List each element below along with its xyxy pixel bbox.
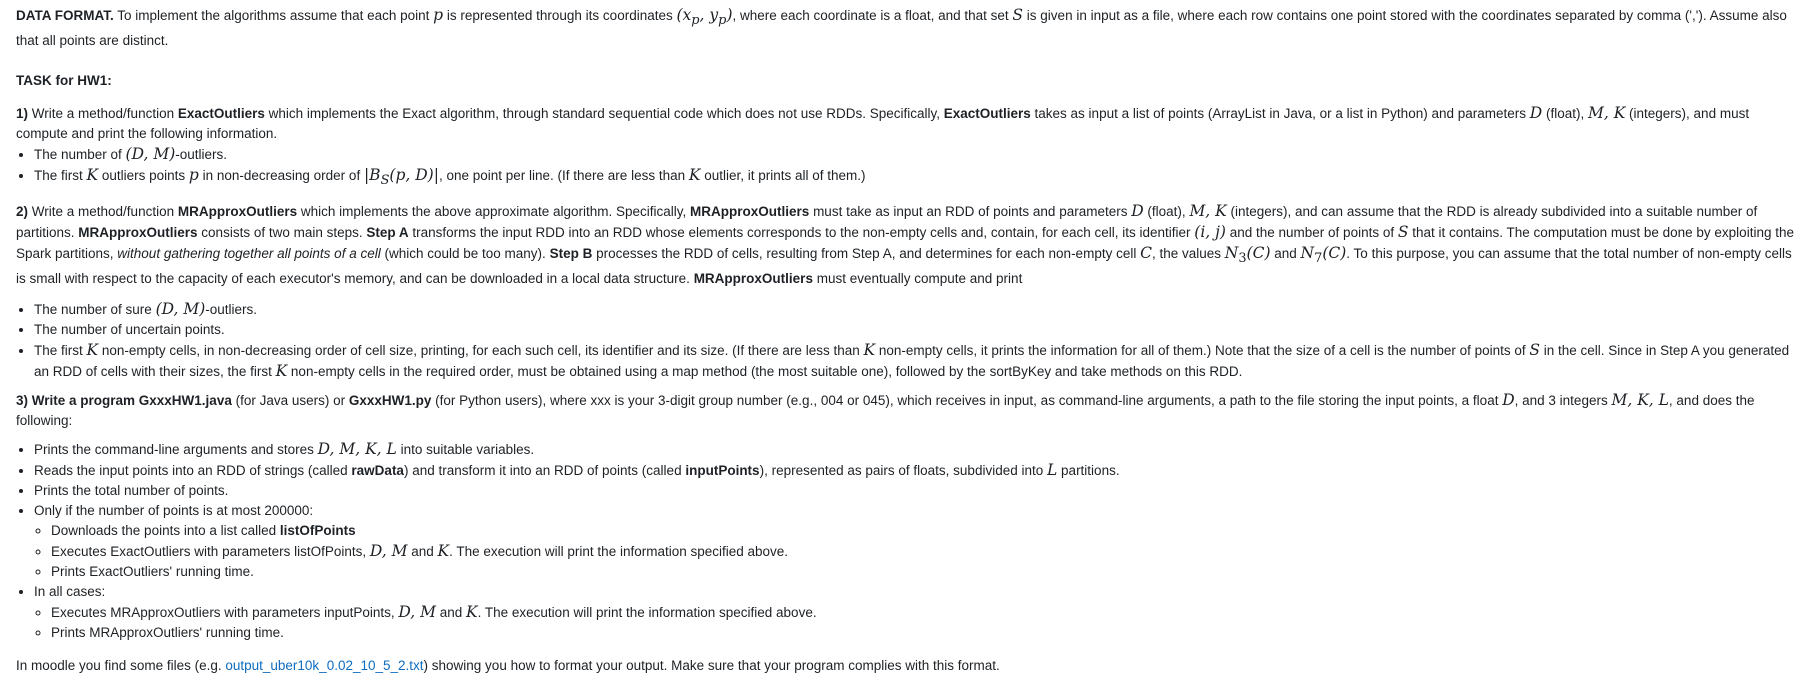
list-item: The number of uncertain points. xyxy=(34,320,1794,340)
section-3-paragraph: 3) Write a program GxxxHW1.java (for Jav… xyxy=(16,391,1755,429)
list-item: Reads the input points into an RDD of st… xyxy=(34,460,1794,481)
list-item: The first K outliers points p in non-dec… xyxy=(34,165,1794,191)
list-item: Prints the command-line arguments and st… xyxy=(34,439,1794,460)
nested-list: Executes MRApproxOutliers with parameter… xyxy=(34,602,1794,643)
data-format-label: DATA FORMAT. xyxy=(16,8,114,23)
list-item: The first K non-empty cells, in non-decr… xyxy=(34,340,1794,382)
list-item: In all cases: Executes MRApproxOutliers … xyxy=(34,582,1794,643)
list-item: Executes MRApproxOutliers with parameter… xyxy=(51,602,1794,623)
list-item: Prints the total number of points. xyxy=(34,481,1794,501)
list-item: Executes ExactOutliers with parameters l… xyxy=(51,541,1794,562)
section-1-list: The number of (D, M)-outliers. The first… xyxy=(16,144,1794,191)
list-item: Prints MRApproxOutliers' running time. xyxy=(51,623,1794,643)
task-heading: TASK for HW1: xyxy=(16,73,112,89)
nested-list: Downloads the points into a list called … xyxy=(34,521,1794,582)
section-2-paragraph: 2) Write a method/function MRApproxOutli… xyxy=(16,202,1794,287)
list-item: The number of (D, M)-outliers. xyxy=(34,144,1794,165)
list-item: The number of sure (D, M)-outliers. xyxy=(34,299,1794,320)
section-3-list: Prints the command-line arguments and st… xyxy=(16,439,1794,643)
assignment-document: DATA FORMAT. To implement the algorithms… xyxy=(16,5,1794,676)
list-item: Only if the number of points is at most … xyxy=(34,501,1794,582)
coords-formula: (xp, yp) xyxy=(676,6,733,29)
footer-paragraph: In moodle you find some files (e.g. outp… xyxy=(16,658,1000,674)
list-item: Prints ExactOutliers' running time. xyxy=(51,562,1794,582)
section-2-list: The number of sure (D, M)-outliers. The … xyxy=(16,299,1794,382)
output-file-link[interactable]: output_uber10k_0.02_10_5_2.txt xyxy=(225,658,423,673)
section-1-paragraph: 1) Write a method/function ExactOutliers… xyxy=(16,104,1750,142)
data-format-paragraph: DATA FORMAT. To implement the algorithms… xyxy=(16,6,1787,49)
list-item: Downloads the points into a list called … xyxy=(51,521,1794,541)
